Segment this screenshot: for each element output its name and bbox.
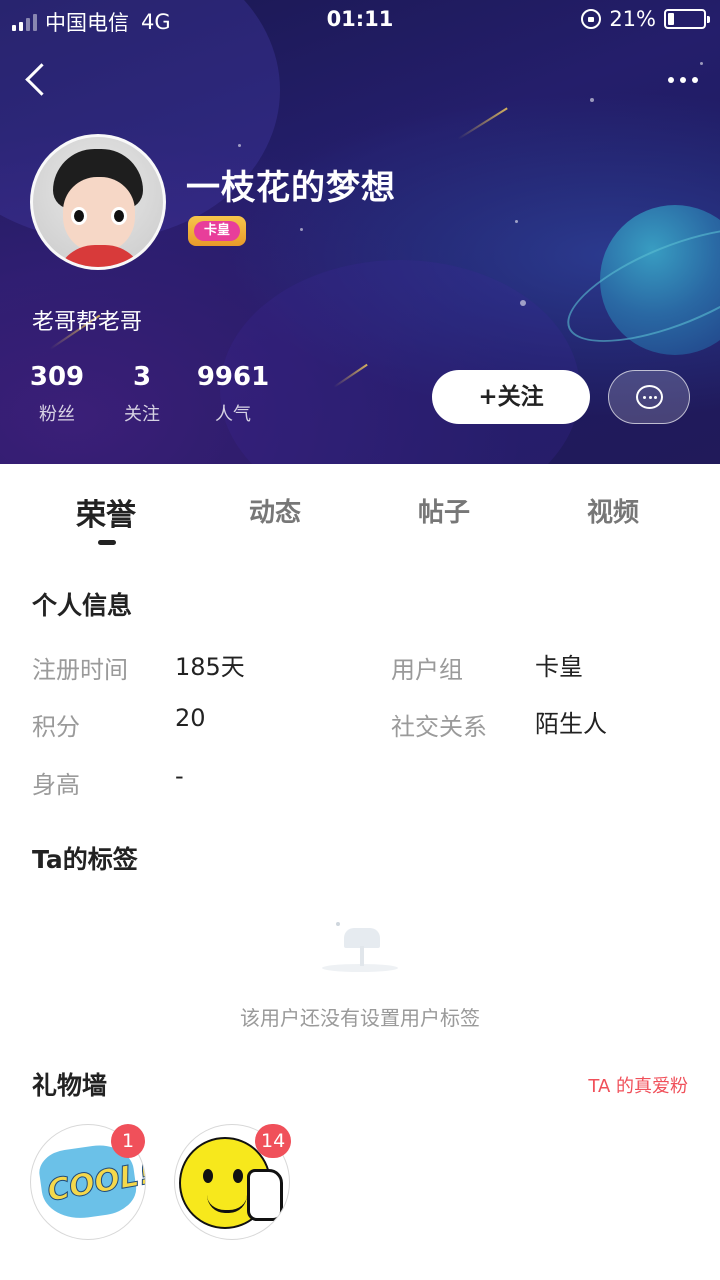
empty-mailbox-icon	[322, 916, 398, 976]
user-rank-badge: 卡皇	[188, 216, 246, 246]
meteor-decoration	[457, 107, 508, 140]
star-decoration	[300, 228, 303, 231]
info-value-height: -	[175, 762, 184, 790]
back-button[interactable]	[18, 60, 58, 100]
chat-bubble-icon	[636, 385, 663, 409]
true-fans-link[interactable]: TA 的真爱粉	[588, 1072, 688, 1098]
info-value-relation: 陌生人	[535, 710, 607, 738]
info-value-reg-time: 185天	[175, 653, 245, 681]
username: 一枝花的梦想	[186, 168, 396, 208]
section-title-tags: Ta的标签	[32, 845, 138, 874]
info-key-points: 积分	[32, 713, 80, 741]
star-decoration	[590, 98, 594, 102]
section-title-gift-wall: 礼物墙	[32, 1071, 108, 1100]
info-key-relation: 社交关系	[391, 713, 487, 741]
stat-label: 关注	[124, 404, 160, 425]
badge-label: 卡皇	[194, 221, 240, 241]
status-bar: 中国电信 4G 01:11 21%	[0, 0, 720, 40]
stat-label: 人气	[215, 404, 251, 425]
tab-honor[interactable]: 荣誉	[36, 490, 176, 534]
empty-tags-message: 该用户还没有设置用户标签	[240, 1006, 480, 1030]
star-decoration	[238, 144, 241, 147]
battery-percent: 21%	[609, 7, 656, 31]
thumb-icon	[247, 1169, 283, 1221]
tab-activity[interactable]: 动态	[205, 492, 345, 529]
info-key-reg-time: 注册时间	[32, 656, 128, 684]
stat-fans[interactable]: 309 粉丝	[24, 362, 90, 426]
user-bio: 老哥帮老哥	[32, 310, 143, 335]
info-key-group: 用户组	[391, 656, 463, 684]
more-options-button[interactable]	[658, 68, 698, 92]
tab-videos[interactable]: 视频	[543, 492, 683, 529]
message-button[interactable]	[608, 370, 690, 424]
rotation-lock-icon	[581, 9, 602, 29]
stat-value: 3	[132, 362, 152, 392]
battery-icon	[664, 9, 710, 29]
star-decoration	[515, 220, 518, 223]
background-decoration	[220, 260, 580, 464]
stat-following[interactable]: 3 关注	[116, 362, 168, 426]
info-key-height: 身高	[32, 771, 80, 799]
more-dots-icon	[668, 77, 674, 83]
star-decoration	[520, 300, 526, 306]
stat-value: 309	[29, 362, 85, 392]
stat-value: 9961	[196, 362, 270, 392]
active-tab-indicator	[98, 540, 116, 545]
gift-count-badge: 1	[111, 1124, 145, 1158]
tab-posts[interactable]: 帖子	[374, 492, 514, 529]
star-decoration	[700, 62, 703, 65]
profile-header: 中国电信 4G 01:11 21% 一枝花的梦想 卡皇 老哥帮老哥 309 粉丝…	[0, 0, 720, 464]
info-value-group: 卡皇	[535, 653, 583, 681]
follow-button[interactable]: +关注	[432, 370, 590, 424]
stat-label: 粉丝	[39, 404, 75, 425]
avatar[interactable]	[30, 134, 166, 270]
section-title-personal-info: 个人信息	[32, 591, 133, 620]
gift-count-badge: 14	[255, 1124, 292, 1158]
info-value-points: 20	[175, 704, 206, 732]
stat-popularity[interactable]: 9961 人气	[196, 362, 270, 426]
